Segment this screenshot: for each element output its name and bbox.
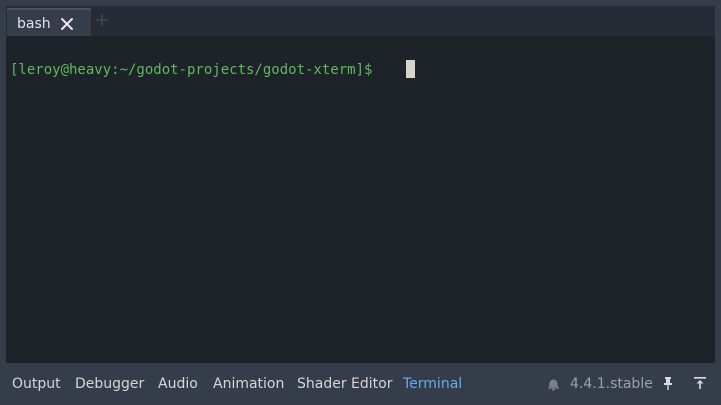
terminal-tab-bar: bash [6,6,715,36]
editor-window: bash [leroy@heavy:~/godot-projects/godot… [0,0,721,405]
terminal-area[interactable]: [leroy@heavy:~/godot-projects/godot-xter… [6,36,715,363]
version-label: 4.4.1.stable [570,376,653,392]
tab-audio[interactable]: Audio [158,374,198,394]
bottom-panel-bar: Output Debugger Audio Animation Shader E… [0,363,721,405]
pin-icon[interactable] [660,375,676,391]
plus-icon[interactable] [94,12,110,28]
text-cursor [406,60,415,78]
tab-bash[interactable]: bash [7,8,91,36]
tab-terminal[interactable]: Terminal [403,374,462,394]
tab-label: bash [17,16,51,32]
tab-debugger[interactable]: Debugger [75,374,144,394]
tab-shader-editor[interactable]: Shader Editor [297,374,392,394]
bell-icon[interactable] [545,376,561,392]
shell-prompt: [leroy@heavy:~/godot-projects/godot-xter… [10,62,381,78]
close-icon[interactable] [59,16,75,32]
expand-panel-icon[interactable] [692,375,708,391]
tab-output[interactable]: Output [12,374,61,394]
tab-animation[interactable]: Animation [213,374,284,394]
